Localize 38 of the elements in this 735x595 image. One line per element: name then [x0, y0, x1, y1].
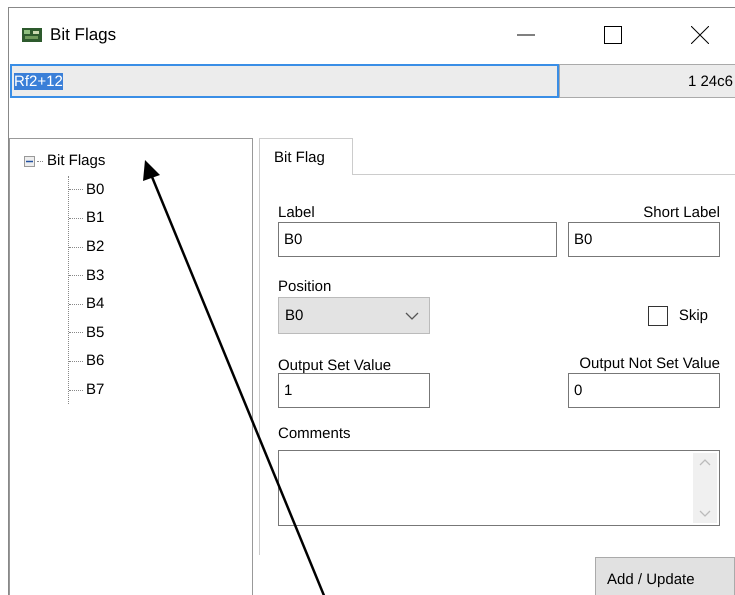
tree-item[interactable]: B1: [86, 208, 104, 228]
selected-text: Rf2+12: [14, 72, 63, 90]
collapse-icon[interactable]: [24, 156, 35, 167]
tree-item[interactable]: B0: [86, 180, 104, 200]
tree-item[interactable]: B7: [86, 380, 104, 400]
position-dropdown[interactable]: B0: [278, 297, 430, 334]
label-input[interactable]: B0: [278, 222, 557, 257]
expression-field[interactable]: Rf2+12: [10, 64, 559, 98]
maximize-icon: [604, 26, 622, 44]
value-field: 1 24c6: [559, 64, 735, 98]
comments-caption: Comments: [278, 424, 351, 444]
scrollbar[interactable]: [693, 453, 717, 523]
output-not-set-input[interactable]: 0: [568, 373, 720, 408]
tree-item[interactable]: B6: [86, 351, 104, 372]
tab[interactable]: Bit Flag: [259, 138, 353, 175]
tree-item[interactable]: B5: [86, 322, 104, 343]
window-title: Bit Flags: [50, 25, 118, 45]
short-label-input[interactable]: B0: [568, 222, 720, 257]
label-caption: Label: [278, 203, 315, 223]
position-caption: Position: [278, 277, 332, 297]
tree-item[interactable]: Bit Flags: [47, 151, 106, 172]
minimize-icon: [516, 34, 534, 36]
output-set-caption: Output Set Value: [278, 356, 392, 376]
circuit-board-icon: [22, 28, 42, 42]
tree-item[interactable]: B4: [86, 294, 104, 314]
close-icon: [690, 26, 708, 44]
chevron-up-icon[interactable]: [699, 459, 711, 466]
chevron-down-icon: [405, 312, 419, 320]
output-set-input[interactable]: 1: [278, 373, 430, 408]
chevron-down-icon[interactable]: [699, 510, 711, 517]
short-label-caption: Short Label: [643, 203, 720, 223]
comments-field[interactable]: [278, 450, 720, 526]
tree-item[interactable]: B2: [86, 237, 104, 258]
output-not-set-caption: Output Not Set Value: [579, 354, 720, 374]
add-update-button[interactable]: Add / Update: [595, 557, 735, 595]
skip-checkbox[interactable]: [648, 306, 668, 326]
tree-item[interactable]: B3: [86, 266, 104, 286]
skip-caption: Skip: [678, 307, 708, 324]
